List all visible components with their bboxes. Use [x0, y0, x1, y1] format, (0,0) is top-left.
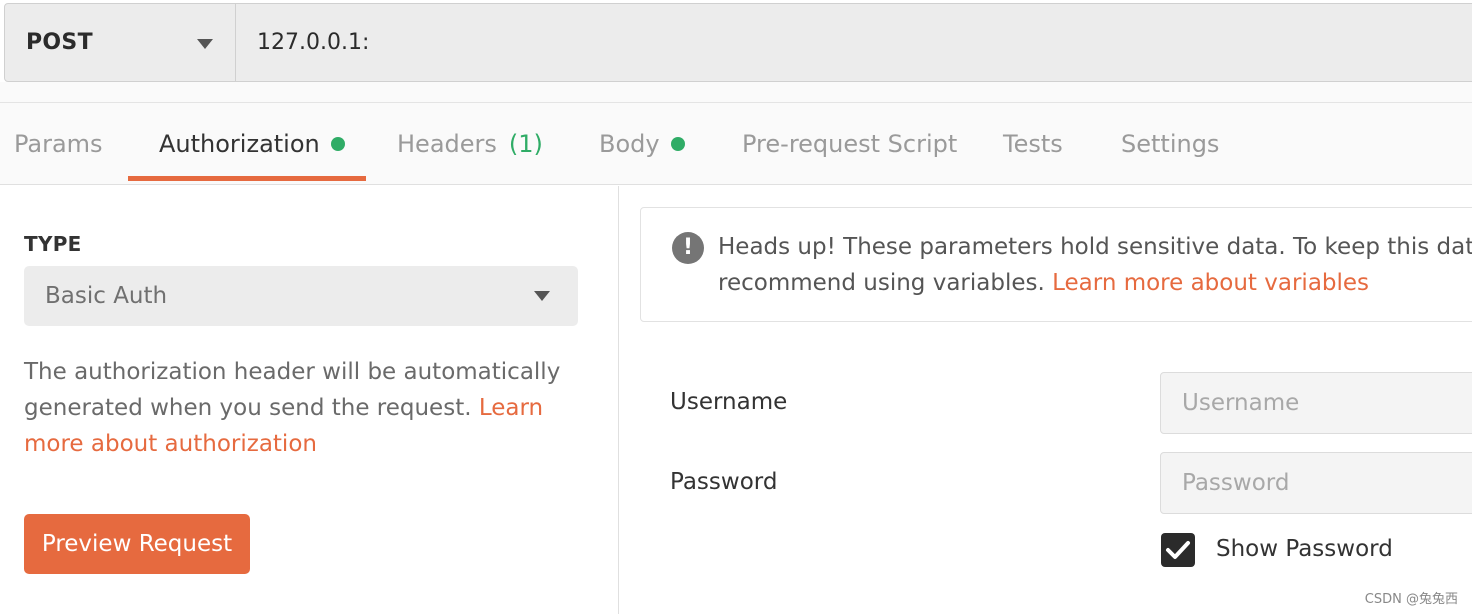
tab-label: Settings: [1121, 130, 1220, 158]
tab-pre-request-script[interactable]: Pre-request Script: [742, 103, 957, 185]
show-password-checkbox[interactable]: [1161, 533, 1195, 567]
tab-label: Authorization: [159, 130, 320, 158]
tab-label: Pre-request Script: [742, 130, 958, 158]
divider-strip: [0, 82, 1472, 103]
tab-label: Headers: [397, 130, 497, 158]
method-select[interactable]: POST: [5, 4, 236, 81]
learn-more-variables-link[interactable]: Learn more about variables: [1052, 270, 1369, 296]
request-tabs: Params Authorization Headers (1) Body Pr…: [0, 103, 1472, 185]
password-input[interactable]: [1160, 452, 1472, 514]
tab-body[interactable]: Body: [599, 103, 685, 185]
auth-help-text: The authorization header will be automat…: [24, 354, 584, 462]
tab-authorization[interactable]: Authorization: [159, 103, 345, 185]
status-dot-icon: [330, 137, 345, 151]
chevron-down-icon: [534, 291, 550, 301]
watermark: CSDN @兔兔西: [1364, 592, 1458, 607]
alert-line-1: Heads up! These parameters hold sensitiv…: [718, 234, 1472, 260]
tab-settings[interactable]: Settings: [1121, 103, 1219, 185]
tab-label: Tests: [1003, 130, 1063, 158]
alert-line-2: recommend using variables. Learn more ab…: [718, 265, 1472, 301]
tab-label: Body: [599, 130, 660, 158]
exclamation-circle-icon: !: [672, 232, 704, 264]
preview-request-button[interactable]: Preview Request: [24, 514, 250, 574]
auth-type-value: Basic Auth: [45, 283, 168, 309]
tab-tests[interactable]: Tests: [1003, 103, 1063, 185]
method-label: POST: [26, 30, 93, 55]
active-tab-underline: [128, 176, 366, 181]
username-input[interactable]: [1160, 372, 1472, 434]
url-input[interactable]: [236, 4, 1472, 81]
request-bar: POST: [4, 3, 1472, 82]
status-dot-icon: [670, 137, 685, 151]
chevron-down-icon: [197, 39, 213, 49]
username-label: Username: [670, 389, 788, 415]
show-password-label[interactable]: Show Password: [1216, 536, 1393, 562]
tab-label: Params: [14, 130, 103, 158]
sensitive-data-alert: ! Heads up! These parameters hold sensit…: [640, 207, 1472, 322]
headers-count: (1): [508, 130, 543, 158]
tab-headers[interactable]: Headers (1): [397, 103, 543, 185]
alert-text: Heads up! These parameters hold sensitiv…: [718, 229, 1472, 301]
type-heading: TYPE: [24, 232, 82, 256]
tab-params[interactable]: Params: [14, 103, 103, 185]
alert-line-2-text: recommend using variables.: [718, 270, 1045, 296]
password-label: Password: [670, 469, 778, 495]
checkmark-icon: [1166, 541, 1190, 559]
auth-type-select[interactable]: Basic Auth: [24, 266, 578, 326]
auth-type-pane: TYPE Basic Auth The authorization header…: [0, 186, 619, 614]
